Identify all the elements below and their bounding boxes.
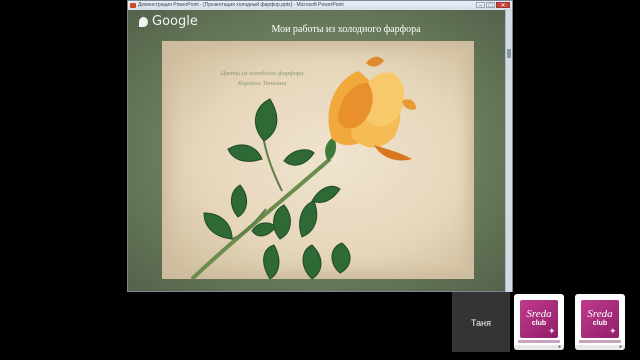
sreda-club-logo: Sreda club ✦ bbox=[581, 300, 619, 338]
leaf bbox=[231, 184, 247, 218]
leaf bbox=[263, 244, 280, 279]
thumbnail-bar bbox=[514, 345, 564, 350]
powerpoint-icon bbox=[130, 3, 136, 8]
maximize-button[interactable]: □ bbox=[486, 2, 495, 9]
window-controls: – □ ✕ bbox=[476, 2, 510, 9]
logo-text-top: Sreda bbox=[587, 308, 613, 320]
leaf bbox=[203, 212, 233, 240]
rose-bloom bbox=[328, 56, 416, 161]
vertical-scrollbar[interactable] bbox=[505, 9, 512, 292]
minimize-button[interactable]: – bbox=[476, 2, 485, 9]
scrollbar-thumb[interactable] bbox=[507, 49, 511, 58]
mic-icon: ● bbox=[557, 344, 561, 350]
leaf bbox=[283, 149, 315, 166]
participant-thumbnail[interactable]: Sreda club ✦ ● bbox=[575, 294, 625, 350]
petal-tip bbox=[402, 99, 416, 110]
slide-title: Мои работы из холодного фарфора bbox=[271, 24, 421, 35]
leaf bbox=[302, 244, 322, 279]
star-icon: ✦ bbox=[548, 326, 556, 336]
leaf bbox=[331, 242, 351, 274]
rose-photo: Цветы из холодного фарфора Карлина Татья… bbox=[162, 41, 474, 279]
participant-thumbnail[interactable]: Sreda club ✦ ● bbox=[514, 294, 564, 350]
rose-illustration bbox=[190, 56, 416, 279]
leaf bbox=[299, 200, 318, 238]
logo-caption bbox=[579, 340, 621, 343]
thumbnail-bar bbox=[575, 345, 625, 350]
active-participant-tile[interactable]: Таня bbox=[452, 292, 510, 352]
upper-branch-stem bbox=[263, 140, 283, 192]
star-icon: ✦ bbox=[609, 326, 617, 336]
logo-caption bbox=[518, 340, 560, 343]
leaf bbox=[227, 144, 263, 162]
petal-tip bbox=[374, 145, 412, 161]
window-titlebar[interactable]: Демонстрация PowerPoint - [Презентация х… bbox=[128, 1, 512, 10]
leaf bbox=[273, 204, 291, 240]
slide: Google Мои работы из холодного фарфора Ц… bbox=[128, 10, 506, 291]
sreda-club-logo: Sreda club ✦ bbox=[520, 300, 558, 338]
window-title: Демонстрация PowerPoint - [Презентация х… bbox=[138, 2, 344, 8]
leaf bbox=[255, 98, 278, 142]
mic-icon: ● bbox=[618, 344, 622, 350]
leaf bbox=[311, 185, 341, 203]
participant-name: Таня bbox=[471, 318, 491, 328]
leaves bbox=[203, 98, 351, 279]
petal-tip bbox=[366, 56, 384, 67]
logo-text-top: Sreda bbox=[526, 308, 552, 320]
close-button[interactable]: ✕ bbox=[496, 2, 510, 9]
presentation-window: Демонстрация PowerPoint - [Презентация х… bbox=[127, 0, 513, 292]
